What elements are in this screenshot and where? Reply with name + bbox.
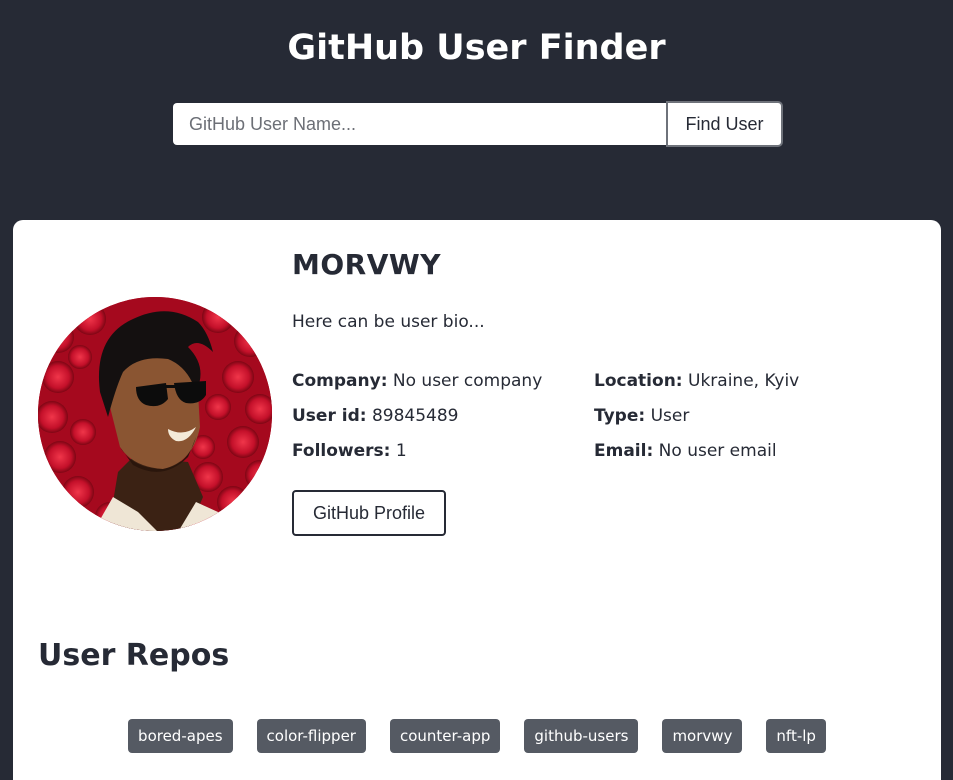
repo-tag[interactable]: nft-lp xyxy=(766,719,826,753)
followers-info: Followers: 1 xyxy=(292,441,407,461)
company-label: Company: xyxy=(292,371,388,391)
user-id-value: 89845489 xyxy=(371,406,459,426)
repo-list: bored-apes color-flipper counter-app git… xyxy=(13,719,941,753)
company-info: Company: No user company xyxy=(292,371,542,391)
app-title: GitHub User Finder xyxy=(287,28,666,68)
company-value: No user company xyxy=(392,371,543,391)
find-user-button[interactable]: Find User xyxy=(666,101,783,147)
repo-tag[interactable]: morvwy xyxy=(662,719,743,753)
repo-tag[interactable]: color-flipper xyxy=(256,719,366,753)
location-value: Ukraine, Kyiv xyxy=(688,371,800,391)
search-input[interactable] xyxy=(173,103,667,145)
followers-value: 1 xyxy=(395,441,407,461)
header: GitHub User Finder Find User xyxy=(0,0,953,220)
email-label: Email: xyxy=(594,441,654,461)
repo-tag[interactable]: bored-apes xyxy=(128,719,233,753)
email-info: Email: No user email xyxy=(594,441,777,461)
followers-label: Followers: xyxy=(292,441,391,461)
avatar-image xyxy=(38,297,272,531)
type-value: User xyxy=(650,406,690,426)
type-label: Type: xyxy=(594,406,646,426)
location-info: Location: Ukraine, Kyiv xyxy=(594,371,799,391)
user-bio: Here can be user bio... xyxy=(292,312,485,332)
github-profile-button[interactable]: GitHub Profile xyxy=(292,490,446,536)
user-id-info: User id: 89845489 xyxy=(292,406,459,426)
repo-tag[interactable]: counter-app xyxy=(389,719,501,753)
user-id-label: User id: xyxy=(292,406,367,426)
username: MORVWY xyxy=(292,248,442,281)
email-value: No user email xyxy=(658,441,777,461)
repo-tag[interactable]: github-users xyxy=(524,719,639,753)
user-card: MORVWY Here can be user bio... Company: … xyxy=(13,220,941,780)
repos-title: User Repos xyxy=(38,638,230,673)
avatar xyxy=(38,297,272,531)
location-label: Location: xyxy=(594,371,683,391)
type-info: Type: User xyxy=(594,406,689,426)
